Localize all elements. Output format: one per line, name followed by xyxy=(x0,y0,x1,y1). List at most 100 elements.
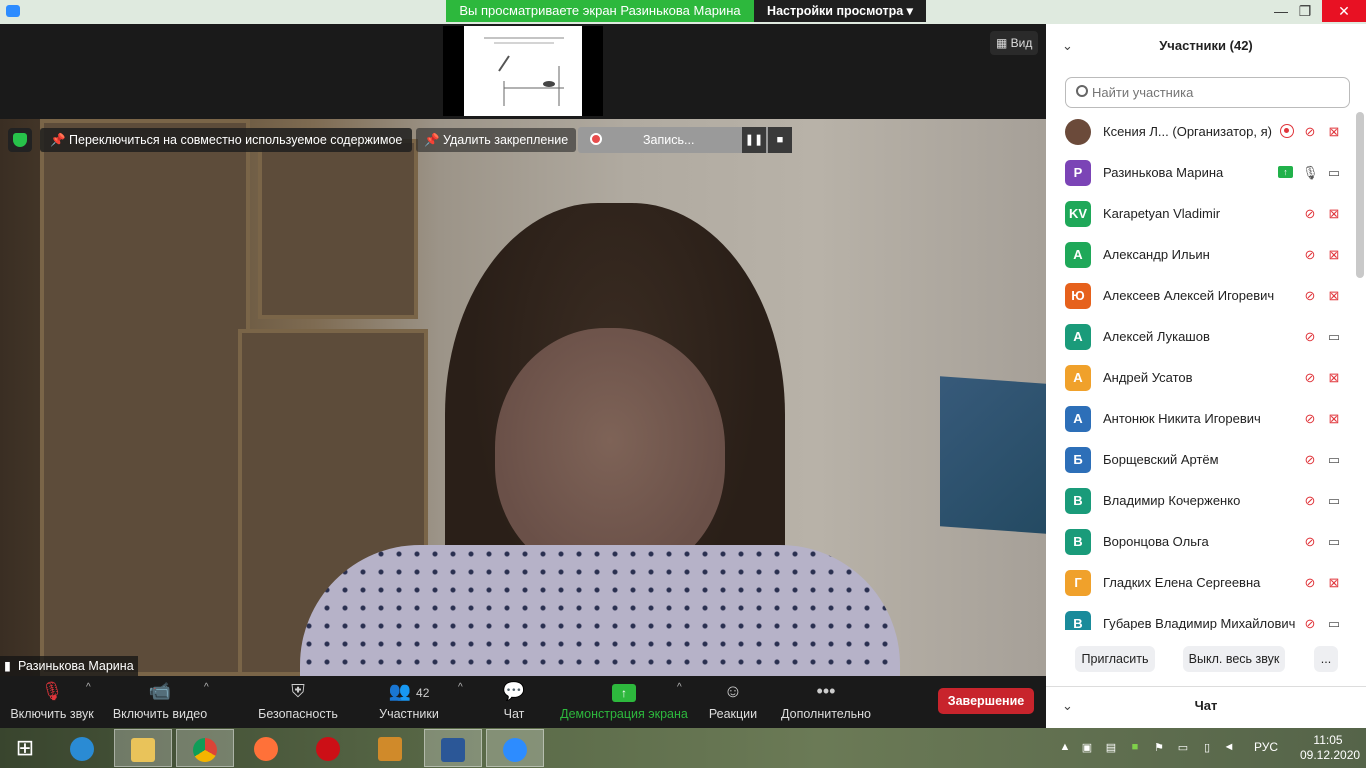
camera-on-icon[interactable]: ▭ xyxy=(1324,533,1344,551)
mic-muted-icon[interactable]: ⊘ xyxy=(1302,287,1318,305)
shield-check-icon xyxy=(13,133,27,147)
tray-app-icon[interactable]: ▣ xyxy=(1080,741,1094,755)
camera-off-icon[interactable]: ⊠ xyxy=(1324,574,1344,592)
participant-name: Ксения Л... (Организатор, я) xyxy=(1103,124,1272,139)
mic-muted-icon[interactable]: ⊘ xyxy=(1302,615,1318,630)
camera-off-icon[interactable]: ⊠ xyxy=(1324,246,1344,264)
mic-on-icon[interactable]: 🎙 xyxy=(1302,164,1319,182)
participant-row[interactable]: В Губарев Владимир Михайлович ⊘ ▭ xyxy=(1046,603,1356,630)
switch-shared-label: Переключиться на совместно используемое … xyxy=(69,133,403,147)
participant-row[interactable]: Р Разинькова Марина ↑ 🎙 ▭ xyxy=(1046,152,1356,193)
tray-network-icon[interactable]: ▤ xyxy=(1104,741,1118,755)
more-button[interactable]: ••• Дополнительно xyxy=(778,676,874,728)
archive-app-icon[interactable] xyxy=(362,729,420,767)
participant-row[interactable]: А Алексей Лукашов ⊘ ▭ xyxy=(1046,316,1356,357)
camera-off-icon[interactable]: ⊠ xyxy=(1324,205,1344,223)
mic-muted-icon[interactable]: ⊘ xyxy=(1302,451,1318,469)
camera-on-icon[interactable]: ▭ xyxy=(1324,451,1344,469)
chrome-icon[interactable] xyxy=(176,729,234,767)
camera-on-icon[interactable]: ▭ xyxy=(1324,615,1344,630)
mic-muted-icon[interactable]: ⊘ xyxy=(1302,369,1318,387)
firefox-icon[interactable] xyxy=(238,729,296,767)
share-screen-button[interactable]: ↑ Демонстрация экрана xyxy=(558,676,690,728)
participant-row[interactable]: А Александр Ильин ⊘ ⊠ xyxy=(1046,234,1356,275)
security-button[interactable]: ⛨ Безопасность xyxy=(254,676,342,728)
participant-row[interactable]: В Владимир Кочерженко ⊘ ▭ xyxy=(1046,480,1356,521)
camera-on-icon[interactable]: ▭ xyxy=(1324,164,1344,182)
stop-recording-icon[interactable]: ■ xyxy=(768,127,792,153)
participants-caret-icon[interactable]: ^ xyxy=(458,682,463,693)
camera-on-icon[interactable]: ▭ xyxy=(1324,328,1344,346)
tray-battery-icon[interactable]: ▯ xyxy=(1200,741,1214,755)
pause-recording-icon[interactable]: ❚❚ xyxy=(742,127,766,153)
restore-icon[interactable]: ❐ xyxy=(1290,0,1320,22)
pin-icon: 📌 xyxy=(50,133,70,147)
unmute-label: Включить звук xyxy=(10,707,94,721)
mic-muted-icon[interactable]: ⊘ xyxy=(1302,205,1318,223)
speaker-name-tag: ▮ Разинькова Марина xyxy=(0,656,138,676)
unpin-button[interactable]: 📌 Удалить закрепление xyxy=(416,128,577,152)
mic-muted-icon[interactable]: ⊘ xyxy=(1302,492,1318,510)
close-icon[interactable]: ✕ xyxy=(1322,0,1366,22)
zoom-taskbar-icon[interactable] xyxy=(486,729,544,767)
view-mode-label: Вид xyxy=(1010,36,1033,50)
start-video-label: Включить видео xyxy=(112,707,208,721)
tray-expand-icon[interactable]: ▲ xyxy=(1058,741,1072,755)
participant-row[interactable]: Б Борщевский Артём ⊘ ▭ xyxy=(1046,439,1356,480)
mic-muted-icon[interactable]: ⊘ xyxy=(1302,574,1318,592)
share-caret-icon[interactable]: ^ xyxy=(677,682,682,693)
tray-language[interactable]: РУС xyxy=(1254,740,1278,754)
invite-button[interactable]: Пригласить xyxy=(1075,646,1155,672)
participant-row[interactable]: KV Karapetyan Vladimir ⊘ ⊠ xyxy=(1046,193,1356,234)
camera-on-icon[interactable]: ▭ xyxy=(1324,492,1344,510)
participants-icon: 👥 42 xyxy=(388,681,430,701)
end-meeting-button[interactable]: Завершение xyxy=(938,688,1034,714)
camera-off-icon[interactable]: ⊠ xyxy=(1324,287,1344,305)
view-settings-button[interactable]: Настройки просмотра ▾ xyxy=(754,0,926,22)
participant-row[interactable]: Г Гладких Елена Сергеевна ⊘ ⊠ xyxy=(1046,562,1356,603)
mic-muted-icon[interactable]: ⊘ xyxy=(1302,123,1318,141)
mic-muted-icon[interactable]: ⊘ xyxy=(1302,328,1318,346)
tray-flag-icon[interactable]: ⚑ xyxy=(1152,741,1166,755)
internet-explorer-icon[interactable] xyxy=(54,729,112,767)
mute-all-button[interactable]: Выкл. весь звук xyxy=(1183,646,1285,672)
word-icon[interactable] xyxy=(424,729,482,767)
chat-button[interactable]: 💬 Чат xyxy=(494,676,534,728)
camera-off-icon[interactable]: ⊠ xyxy=(1324,369,1344,387)
participant-row[interactable]: Ю Алексеев Алексей Игоревич ⊘ ⊠ xyxy=(1046,275,1356,316)
video-options-caret-icon[interactable]: ^ xyxy=(204,682,209,693)
switch-to-shared-content-button[interactable]: 📌 Переключиться на совместно используемо… xyxy=(40,128,413,152)
participant-avatar: Г xyxy=(1065,570,1091,596)
pin-icon: 📌 xyxy=(424,133,444,147)
camera-off-icon[interactable]: ⊠ xyxy=(1324,410,1344,428)
participant-row[interactable]: А Андрей Усатов ⊘ ⊠ xyxy=(1046,357,1356,398)
participant-name: Гладких Елена Сергеевна xyxy=(1103,575,1261,590)
tray-nvidia-icon[interactable]: ■ xyxy=(1128,741,1142,755)
start-video-button[interactable]: 📹 Включить видео xyxy=(112,676,208,728)
file-explorer-icon[interactable] xyxy=(114,729,172,767)
tray-volume-icon[interactable]: ◄ xyxy=(1222,741,1236,755)
participant-row[interactable]: Ксения Л... (Организатор, я) ⊘ ⊠ xyxy=(1046,118,1356,152)
panel-more-button[interactable]: ... xyxy=(1314,646,1338,672)
participant-list-scrollbar[interactable] xyxy=(1356,112,1364,278)
mic-muted-icon[interactable]: ⊘ xyxy=(1302,410,1318,428)
participant-row[interactable]: В Воронцова Ольга ⊘ ▭ xyxy=(1046,521,1356,562)
participant-search-input[interactable] xyxy=(1092,79,1342,106)
camera-off-icon[interactable]: ⊠ xyxy=(1324,123,1344,141)
opera-icon[interactable] xyxy=(300,729,358,767)
view-mode-button[interactable]: ▦ Вид xyxy=(990,31,1038,55)
mic-muted-icon[interactable]: ⊘ xyxy=(1302,533,1318,551)
tray-clock[interactable]: 11:05 09.12.2020 xyxy=(1300,733,1360,763)
participant-row[interactable]: А Антонюк Никита Игоревич ⊘ ⊠ xyxy=(1046,398,1356,439)
participant-name: Антонюк Никита Игоревич xyxy=(1103,411,1261,426)
windows-start-icon[interactable]: ⊞ xyxy=(0,729,50,767)
zoom-logo-icon xyxy=(6,5,20,17)
unmute-button[interactable]: 🎙 Включить звук xyxy=(6,676,98,728)
security-label: Безопасность xyxy=(258,707,338,721)
share-screen-label: Демонстрация экрана xyxy=(560,707,688,721)
tray-monitor-icon[interactable]: ▭ xyxy=(1176,741,1190,755)
mic-muted-icon[interactable]: ⊘ xyxy=(1302,246,1318,264)
audio-options-caret-icon[interactable]: ^ xyxy=(86,682,91,693)
participants-button[interactable]: 👥 42 Участники xyxy=(374,676,444,728)
reactions-button[interactable]: ☺ Реакции xyxy=(704,676,762,728)
